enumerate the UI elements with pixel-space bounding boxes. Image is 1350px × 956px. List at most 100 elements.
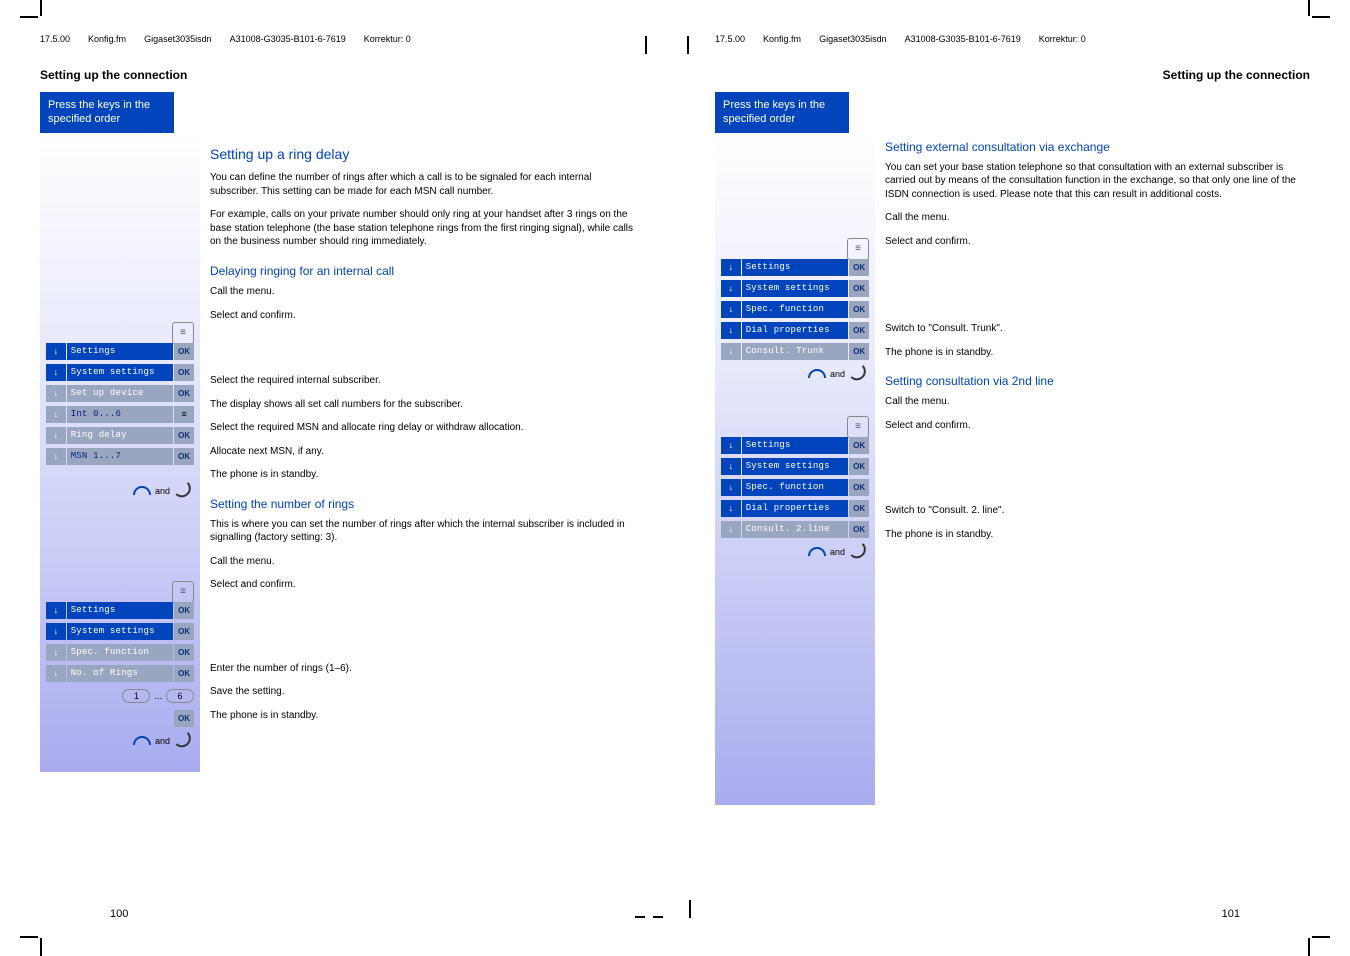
crop-mark bbox=[687, 36, 689, 54]
key-6: 6 bbox=[166, 689, 194, 703]
crop-mark bbox=[40, 0, 42, 16]
handset-off-icon bbox=[174, 484, 194, 498]
press-keys-l1: Press the keys in the bbox=[723, 98, 841, 112]
down-arrow-icon: ↓ bbox=[46, 364, 66, 381]
crop-mark bbox=[20, 16, 38, 18]
press-keys-box: Press the keys in the specified order bbox=[715, 92, 849, 133]
heading-ext-consult: Setting external consultation via exchan… bbox=[885, 139, 1310, 155]
para-ext-consult: You can set your base station telephone … bbox=[885, 161, 1310, 202]
lcd-settings2: Settings bbox=[67, 602, 174, 619]
header-meta: 17.5.00 Konfig.fm Gigaset3035isdn A31008… bbox=[40, 34, 635, 44]
menu-icon: ≡ bbox=[847, 238, 869, 260]
down-arrow-icon: ↓ bbox=[721, 343, 741, 360]
ok-btn: OK bbox=[849, 259, 869, 276]
press-keys-l2: specified order bbox=[723, 112, 841, 126]
meta-korrektur: Korrektur: 0 bbox=[1039, 34, 1086, 44]
and-label: and bbox=[830, 369, 845, 379]
txt-standby: The phone is in standby. bbox=[885, 346, 1310, 360]
txt-switch-trunk: Switch to "Consult. Trunk". bbox=[885, 322, 1310, 336]
down-arrow-icon: ↓ bbox=[721, 521, 741, 538]
lcd-consult-trunk: Consult. Trunk bbox=[742, 343, 849, 360]
down-arrow-icon: ↓ bbox=[721, 437, 741, 454]
ok-btn: OK bbox=[174, 644, 194, 661]
header-meta: 17.5.00 Konfig.fm Gigaset3035isdn A31008… bbox=[715, 34, 1310, 44]
txt-select-confirm: Select and confirm. bbox=[885, 235, 1310, 249]
down-arrow-icon: ↓ bbox=[46, 623, 66, 640]
txt-standby: The phone is in standby. bbox=[210, 468, 635, 482]
down-arrow-icon: ↓ bbox=[46, 427, 66, 444]
ok-btn: OK bbox=[174, 602, 194, 619]
ok-btn: OK bbox=[849, 280, 869, 297]
meta-file: Konfig.fm bbox=[763, 34, 801, 44]
lcd-system2: System settings bbox=[742, 458, 849, 475]
down-arrow-icon: ↓ bbox=[721, 458, 741, 475]
ok-btn: OK bbox=[174, 343, 194, 360]
txt-select-sub: Select the required internal subscriber. bbox=[210, 374, 635, 388]
ok-btn: OK bbox=[849, 521, 869, 538]
key-sequence-column: ≡ ↓ Settings OK ↓ System settings OK ↓ S… bbox=[715, 133, 875, 805]
heading-2nd-line: Setting consultation via 2nd line bbox=[885, 373, 1310, 389]
lcd-dial: Dial properties bbox=[742, 322, 849, 339]
txt-display-msn: The display shows all set call numbers f… bbox=[210, 398, 635, 412]
down-arrow-icon: ↓ bbox=[721, 322, 741, 339]
ok-btn: OK bbox=[849, 343, 869, 360]
key-sequence-column: ≡ ↓ Settings OK ↓ System settings OK ↓ S… bbox=[40, 133, 200, 772]
crop-mark bbox=[40, 938, 42, 956]
lcd-spec: Spec. function bbox=[67, 644, 174, 661]
lcd-setup: Set up device bbox=[67, 385, 174, 402]
page-left: 17.5.00 Konfig.fm Gigaset3035isdn A31008… bbox=[0, 0, 675, 954]
crop-mark bbox=[1312, 16, 1330, 18]
lcd-settings: Settings bbox=[67, 343, 174, 360]
page-right: 17.5.00 Konfig.fm Gigaset3035isdn A31008… bbox=[675, 0, 1350, 954]
ok-btn: OK bbox=[849, 437, 869, 454]
press-keys-l1: Press the keys in the bbox=[48, 98, 166, 112]
handset-off-icon bbox=[849, 545, 869, 559]
para-example: For example, calls on your private numbe… bbox=[210, 208, 635, 249]
ok-btn: OK bbox=[174, 385, 194, 402]
handset-on-icon bbox=[806, 545, 826, 559]
press-keys-l2: specified order bbox=[48, 112, 166, 126]
down-arrow-icon: ↓ bbox=[46, 343, 66, 360]
meta-korrektur: Korrektur: 0 bbox=[364, 34, 411, 44]
meta-product: Gigaset3035isdn bbox=[819, 34, 887, 44]
txt-call-menu: Call the menu. bbox=[885, 395, 1310, 409]
txt-save: Save the setting. bbox=[210, 685, 635, 699]
ok-btn: OK bbox=[174, 710, 194, 727]
crop-mark bbox=[1308, 938, 1310, 956]
lcd-settings: Settings bbox=[742, 259, 849, 276]
txt-standby: The phone is in standby. bbox=[210, 709, 635, 723]
ok-btn: OK bbox=[174, 448, 194, 465]
ellipsis: ... bbox=[154, 691, 162, 701]
page-number: 101 bbox=[1222, 908, 1240, 920]
ok-btn: OK bbox=[174, 665, 194, 682]
txt-switch-2line: Switch to "Consult. 2. line". bbox=[885, 504, 1310, 518]
instruction-column: Setting up a ring delay You can define t… bbox=[200, 133, 635, 772]
lcd-system: System settings bbox=[67, 364, 174, 381]
menu-icon: ≡ bbox=[172, 581, 194, 603]
menu-icon: ≡ bbox=[847, 416, 869, 438]
handset-on-icon bbox=[806, 367, 826, 381]
handset-off-icon bbox=[174, 734, 194, 748]
txt-call-menu: Call the menu. bbox=[210, 285, 635, 299]
meta-docid: A31008-G3035-B101-6-7619 bbox=[230, 34, 346, 44]
txt-enter-rings: Enter the number of rings (1–6). bbox=[210, 662, 635, 676]
lcd-consult-2line: Consult. 2.line bbox=[742, 521, 849, 538]
para-num-rings: This is where you can set the number of … bbox=[210, 518, 635, 545]
lcd-spec: Spec. function bbox=[742, 301, 849, 318]
lcd-msn: MSN 1...7 bbox=[67, 448, 174, 465]
handset-on-icon bbox=[131, 484, 151, 498]
txt-next-msn: Allocate next MSN, if any. bbox=[210, 445, 635, 459]
meta-product: Gigaset3035isdn bbox=[144, 34, 212, 44]
and-label: and bbox=[155, 736, 170, 746]
crop-mark bbox=[653, 916, 663, 918]
section-title: Setting up the connection bbox=[40, 68, 635, 82]
lcd-system: System settings bbox=[742, 280, 849, 297]
heading-ring-delay: Setting up a ring delay bbox=[210, 145, 635, 164]
down-arrow-icon: ↓ bbox=[721, 301, 741, 318]
lcd-int: Int 0...6 bbox=[67, 406, 174, 423]
and-label: and bbox=[830, 547, 845, 557]
ok-btn: OK bbox=[849, 500, 869, 517]
txt-select-confirm: Select and confirm. bbox=[210, 578, 635, 592]
menu-icon: ≡ bbox=[172, 322, 194, 344]
ok-btn: OK bbox=[174, 623, 194, 640]
